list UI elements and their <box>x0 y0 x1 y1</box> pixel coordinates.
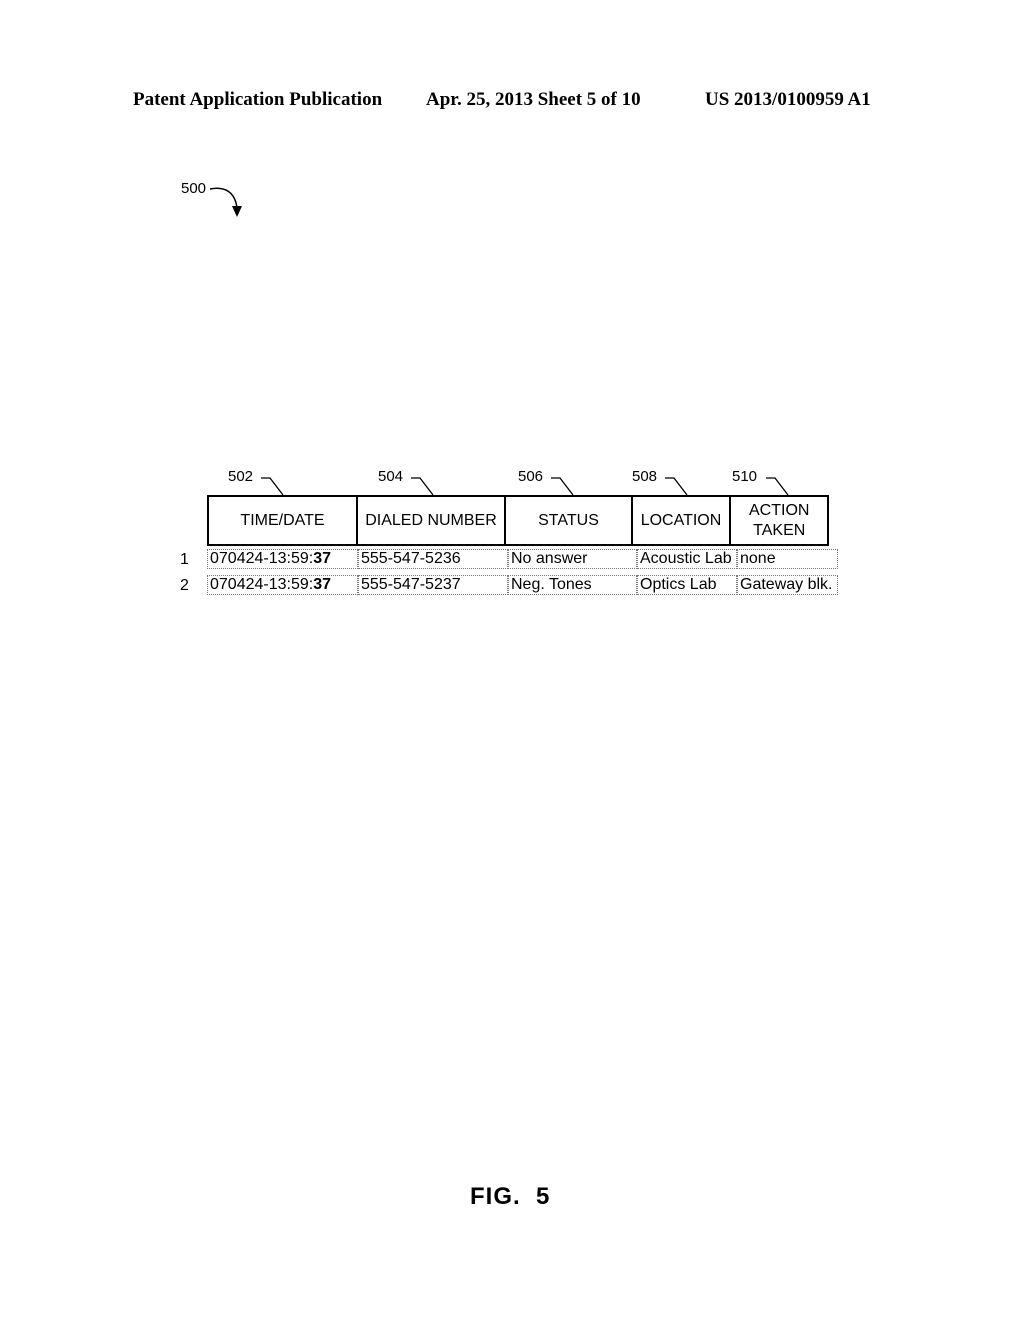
cell-dialed-number: 555-547-5236 <box>358 549 508 569</box>
row-number: 2 <box>180 577 189 594</box>
time-prefix: 070424-13:59: <box>210 576 314 593</box>
table-header: TIME/DATE DIALED NUMBER STATUS LOCATION … <box>207 495 830 546</box>
column-header-dialed-number: DIALED NUMBER <box>356 495 506 546</box>
cell-location: Optics Lab <box>637 575 737 595</box>
column-header-action-taken: ACTION TAKEN <box>728 495 830 546</box>
cell-action-taken: none <box>737 549 838 569</box>
cell-status: No answer <box>508 549 637 569</box>
time-seconds: 37 <box>313 576 331 593</box>
time-prefix: 070424-13:59: <box>210 550 314 567</box>
column-header-location: LOCATION <box>631 495 731 546</box>
column-header-time-date: TIME/DATE <box>207 495 358 546</box>
row-number: 1 <box>180 551 189 568</box>
cell-status: Neg. Tones <box>508 575 637 595</box>
column-header-status: STATUS <box>504 495 633 546</box>
cell-time-date: 070424-13:59:37 <box>207 575 358 595</box>
figure-caption: FIG. 5 <box>470 1183 551 1210</box>
cell-location: Acoustic Lab <box>637 549 737 569</box>
cell-dialed-number: 555-547-5237 <box>358 575 508 595</box>
cell-action-taken: Gateway blk. <box>737 575 838 595</box>
time-seconds: 37 <box>313 550 331 567</box>
cell-time-date: 070424-13:59:37 <box>207 549 358 569</box>
